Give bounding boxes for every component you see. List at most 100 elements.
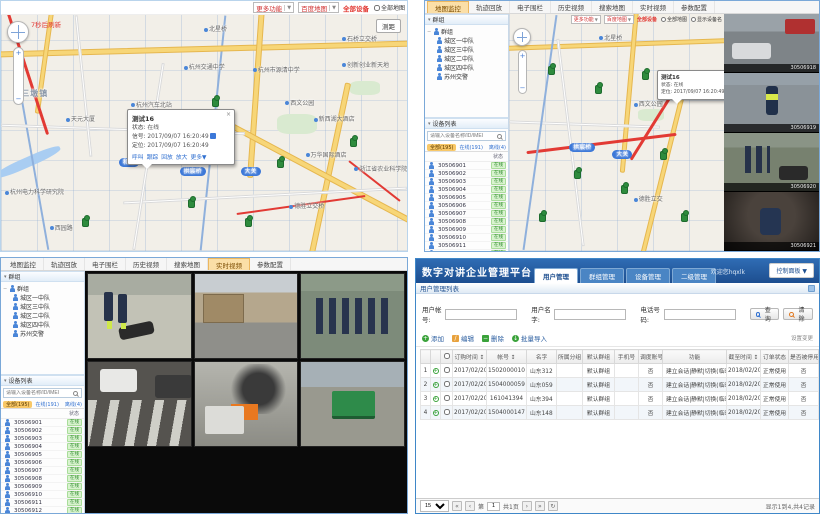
- close-icon[interactable]: ×: [226, 112, 231, 118]
- video-thumbnail[interactable]: 30506921: [724, 192, 819, 251]
- client-tab[interactable]: 参数配置: [250, 258, 291, 270]
- admin-nav-tab[interactable]: 二级管理: [672, 268, 716, 283]
- control-panel-button[interactable]: 控制面板 ▼: [769, 263, 814, 278]
- search-icon[interactable]: [73, 391, 78, 396]
- device-filter-tab[interactable]: 在线(191): [32, 401, 61, 408]
- all-map-checkbox[interactable]: 全部地图: [373, 3, 405, 12]
- column-header[interactable]: 订单状态: [761, 350, 789, 364]
- expand-row-icon[interactable]: +: [433, 382, 439, 388]
- video-thumbnail[interactable]: 30506920: [724, 133, 819, 192]
- map-pan-control[interactable]: [7, 21, 29, 43]
- device-row[interactable]: 30506903 在线: [425, 178, 508, 186]
- device-row[interactable]: 30506911 在线: [425, 242, 508, 250]
- device-row[interactable]: 30506909 在线: [425, 226, 508, 234]
- search-icon[interactable]: [497, 134, 502, 139]
- tree-item[interactable]: 苏州交警: [11, 329, 82, 338]
- tree-item[interactable]: 苏州交警: [435, 72, 506, 81]
- device-row[interactable]: 30506904 在线: [1, 443, 84, 451]
- first-page-icon[interactable]: «: [452, 501, 462, 511]
- client-tab[interactable]: 实时视频: [208, 258, 250, 270]
- device-row[interactable]: 30506901 在线: [425, 162, 508, 170]
- device-marker-icon[interactable]: [245, 218, 252, 227]
- query-button[interactable]: 查询: [750, 308, 780, 320]
- admin-nav-tab[interactable]: 设备管理: [626, 268, 670, 283]
- video-thumbnail[interactable]: 30506919: [724, 73, 819, 132]
- tree-item[interactable]: 城区二中队: [11, 311, 82, 320]
- group-panel-header[interactable]: 群组: [425, 14, 508, 25]
- map-canvas[interactable]: 北星桥石桥立交桥杭州交通中学杭州市源清中学创新创业新天地三墩镇杭州汽车北站西文公…: [1, 15, 407, 251]
- device-row[interactable]: 30506904 在线: [425, 186, 508, 194]
- device-row[interactable]: 30506912 在线: [425, 250, 508, 251]
- client-tab[interactable]: 轨迹回放: [469, 1, 510, 13]
- device-row[interactable]: 30506912 在线: [1, 507, 84, 513]
- column-header[interactable]: 默认群组: [583, 350, 615, 364]
- device-row[interactable]: 30506910 在线: [425, 234, 508, 242]
- device-row[interactable]: 30506901 在线: [1, 419, 84, 427]
- tree-root[interactable]: − 群组: [3, 284, 82, 293]
- device-row[interactable]: 30506908 在线: [425, 218, 508, 226]
- device-row[interactable]: 30506908 在线: [1, 475, 84, 483]
- expand-row-icon[interactable]: +: [433, 368, 439, 374]
- page-number-input[interactable]: [487, 502, 500, 511]
- video-thumbnail[interactable]: 30506918: [724, 14, 819, 73]
- tree-item[interactable]: 城区四中队: [435, 63, 506, 72]
- client-tab[interactable]: 电子围栏: [85, 258, 126, 270]
- column-header[interactable]: 所属分组: [557, 350, 583, 364]
- device-marker-icon[interactable]: [681, 213, 688, 222]
- device-panel-header[interactable]: 设备列表: [425, 118, 508, 129]
- tree-item[interactable]: 城区三中队: [11, 302, 82, 311]
- device-marker-icon[interactable]: [82, 218, 89, 227]
- client-tab[interactable]: 搜索地图: [167, 258, 208, 270]
- device-search-input[interactable]: [4, 390, 72, 396]
- group-panel-header[interactable]: 群组: [1, 271, 84, 282]
- expand-row-icon[interactable]: +: [433, 396, 439, 402]
- video-cell[interactable]: [87, 273, 192, 359]
- column-header[interactable]: 手机号: [615, 350, 639, 364]
- all-devices-link[interactable]: 全部设备: [343, 3, 369, 13]
- add-button[interactable]: + 添加: [422, 333, 444, 343]
- device-row[interactable]: 30506906 在线: [1, 459, 84, 467]
- map-type-dropdown[interactable]: 百度地图▼: [604, 15, 634, 24]
- popup-action-link[interactable]: 呼叫: [132, 155, 144, 161]
- settings-change-note[interactable]: 设置变更: [791, 334, 813, 342]
- device-search-input[interactable]: [428, 133, 496, 139]
- select-all-checkbox[interactable]: [444, 353, 450, 359]
- device-marker-icon[interactable]: [642, 71, 649, 80]
- batch-import-button[interactable]: ↓ 批量导入: [512, 333, 547, 343]
- last-page-icon[interactable]: »: [535, 501, 545, 511]
- tree-root[interactable]: − 群组: [427, 27, 506, 36]
- client-tab[interactable]: 历史视频: [551, 1, 592, 13]
- video-cell[interactable]: [300, 361, 405, 447]
- device-marker-icon[interactable]: [212, 98, 219, 107]
- row-checkbox[interactable]: [444, 367, 450, 373]
- map-zoom-slider[interactable]: [13, 47, 24, 105]
- map-pan-control[interactable]: [513, 28, 531, 46]
- column-header[interactable]: 调度账号: [639, 350, 663, 364]
- device-marker-icon[interactable]: [188, 199, 195, 208]
- column-header[interactable]: 帐号 ↕: [487, 350, 527, 364]
- clear-button[interactable]: 清除: [783, 308, 813, 320]
- column-header[interactable]: 功能: [663, 350, 727, 364]
- phone-input[interactable]: [664, 309, 736, 320]
- more-functions-dropdown[interactable]: 更多功能 ▼: [253, 2, 294, 13]
- device-row[interactable]: 30506907 在线: [1, 467, 84, 475]
- device-row[interactable]: 30506911 在线: [1, 499, 84, 507]
- tree-item[interactable]: 城区一中队: [11, 293, 82, 302]
- client-tab[interactable]: 地图监控: [3, 258, 44, 270]
- measure-distance-button[interactable]: 测距: [376, 19, 401, 33]
- all-map-checkbox[interactable]: 全部地图: [660, 16, 687, 23]
- column-header[interactable]: 是否被停用 ↕: [789, 350, 819, 364]
- video-cell[interactable]: [194, 361, 299, 447]
- popup-action-link[interactable]: 更多▼: [190, 155, 206, 161]
- popup-action-link[interactable]: 放大: [176, 155, 188, 161]
- tree-collapse-icon[interactable]: −: [3, 286, 8, 292]
- expand-row-icon[interactable]: +: [433, 410, 439, 416]
- popup-action-link[interactable]: 跟踪: [147, 155, 159, 161]
- device-panel-header[interactable]: 设备列表: [1, 375, 84, 386]
- video-cell[interactable]: [87, 361, 192, 447]
- device-row[interactable]: 30506907 在线: [425, 210, 508, 218]
- device-row[interactable]: 30506905 在线: [425, 194, 508, 202]
- map-zoom-slider[interactable]: [518, 50, 527, 94]
- name-input[interactable]: [554, 309, 626, 320]
- device-marker-icon[interactable]: [660, 151, 667, 160]
